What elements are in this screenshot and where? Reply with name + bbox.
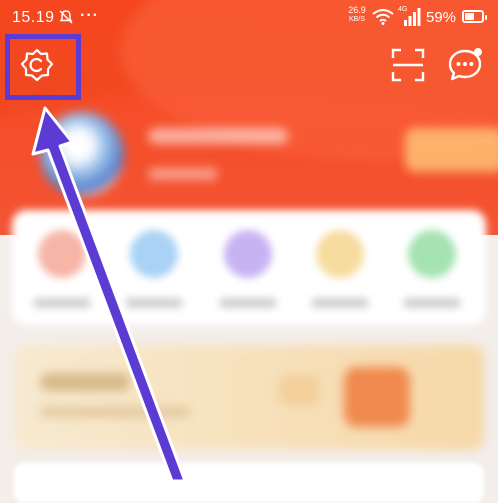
settings-icon[interactable] — [20, 48, 54, 82]
shortcut-icon-4[interactable] — [316, 230, 364, 278]
shortcut-icon-1[interactable] — [38, 230, 86, 278]
member-badge-blurred[interactable] — [405, 128, 498, 172]
more-notifications-icon: ··· — [80, 7, 99, 24]
cellular-signal: 4G — [398, 6, 422, 26]
network-speed: 26.9 KB/S — [344, 6, 370, 24]
signal-type-label: 4G — [398, 6, 408, 13]
battery-percent: 59% — [426, 9, 457, 26]
shortcut-label-1 — [33, 298, 91, 308]
message-icon[interactable] — [445, 45, 485, 85]
status-time: 15.19 — [12, 9, 55, 26]
shortcut-label-2 — [125, 298, 183, 308]
shortcut-label-3 — [219, 298, 277, 308]
network-speed-unit: KB/S — [349, 16, 365, 23]
battery-icon — [462, 10, 487, 23]
status-bar: 15.19 ··· 26.9 KB/S 4G 59% — [0, 0, 498, 34]
settings-highlight-box — [5, 34, 81, 100]
profile-section-blurred — [0, 100, 498, 210]
scan-icon[interactable] — [391, 48, 425, 82]
shortcut-label-5 — [403, 298, 461, 308]
shortcut-icon-2[interactable] — [130, 230, 178, 278]
user-subtitle-blurred — [148, 168, 218, 180]
shortcut-label-4 — [311, 298, 369, 308]
gift-icon — [344, 367, 410, 427]
network-speed-value: 26.9 — [348, 5, 366, 15]
wifi-icon — [372, 9, 394, 25]
promo-banner-blurred[interactable] — [14, 345, 484, 450]
username-blurred — [148, 128, 288, 144]
shortcut-icon-5[interactable] — [408, 230, 456, 278]
bottom-card-blurred — [14, 463, 484, 503]
mute-bell-icon — [59, 10, 73, 24]
shortcut-icon-3[interactable] — [224, 230, 272, 278]
shortcut-panel-blurred — [12, 210, 486, 325]
avatar[interactable] — [40, 112, 124, 196]
